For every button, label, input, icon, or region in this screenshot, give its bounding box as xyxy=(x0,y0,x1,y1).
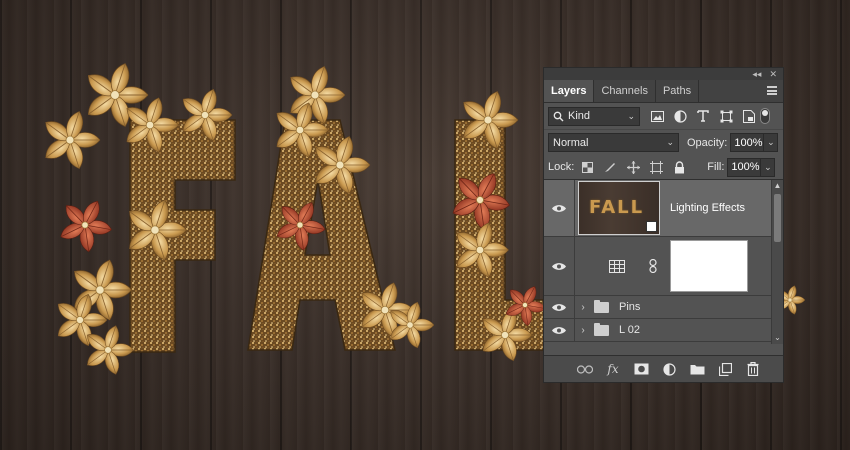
fill-dropdown-icon[interactable]: ⌄ xyxy=(761,157,776,177)
chevron-down-icon: ⌄ xyxy=(627,110,635,121)
layers-footer-toolbar: fx xyxy=(544,355,783,382)
lock-transparent-icon[interactable] xyxy=(580,160,594,174)
folder-icon xyxy=(594,322,609,336)
lock-label: Lock: xyxy=(548,161,575,173)
layer-mask-thumbnail[interactable] xyxy=(670,240,748,292)
new-layer-icon[interactable] xyxy=(717,361,733,377)
layers-panel: ◂◂ ✕ Layers Channels Paths Kind ⌄ Normal… xyxy=(543,67,784,383)
visibility-eye-icon[interactable] xyxy=(544,204,574,213)
levels-adjustment-icon xyxy=(594,259,640,273)
new-adjustment-icon[interactable] xyxy=(661,361,677,377)
layers-list: FALL Lighting Effects › Pins › L 02 ▲ ⌄ xyxy=(544,180,783,344)
layer-row-pins[interactable]: › Pins xyxy=(544,296,783,319)
fill-label: Fill: xyxy=(707,161,725,173)
blend-mode-select[interactable]: Normal ⌄ xyxy=(548,133,679,152)
layer-row-adjustment[interactable] xyxy=(544,237,783,296)
filter-kind-select[interactable]: Kind ⌄ xyxy=(548,106,640,126)
visibility-eye-icon[interactable] xyxy=(544,326,574,335)
tab-channels[interactable]: Channels xyxy=(594,80,656,102)
fx-label: fx xyxy=(607,362,619,376)
panel-menu-icon[interactable] xyxy=(767,86,777,95)
layer-filter-row: Kind ⌄ xyxy=(544,103,783,130)
delete-layer-icon[interactable] xyxy=(745,361,761,377)
fill-input[interactable]: 100% xyxy=(727,157,762,177)
opacity-label: Opacity: xyxy=(687,136,728,149)
type-filter-icon[interactable] xyxy=(696,109,710,123)
close-panel-icon[interactable]: ✕ xyxy=(769,68,777,80)
layers-scrollbar[interactable]: ▲ ⌄ xyxy=(771,180,783,344)
lock-image-icon[interactable] xyxy=(603,160,617,174)
tab-layers[interactable]: Layers xyxy=(544,80,595,102)
chain-link-icon[interactable] xyxy=(640,259,666,273)
blend-row: Normal ⌄ Opacity: 100% ⌄ xyxy=(544,130,783,155)
opacity-input[interactable]: 100% xyxy=(730,133,765,152)
folder-icon xyxy=(594,299,609,313)
shape-filter-icon[interactable] xyxy=(719,109,733,123)
panel-title-bar[interactable]: ◂◂ ✕ xyxy=(544,68,783,80)
scroll-up-icon[interactable]: ▲ xyxy=(772,180,783,192)
layer-name[interactable]: Lighting Effects xyxy=(670,202,745,214)
group-name[interactable]: L 02 xyxy=(619,324,640,336)
filter-toggle[interactable] xyxy=(760,108,770,124)
panel-tabs: Layers Channels Paths xyxy=(544,80,783,103)
lock-row: Lock: Fill: 100% ⌄ xyxy=(544,155,783,180)
layer-thumbnail[interactable]: FALL xyxy=(578,181,660,235)
lock-artboard-icon[interactable] xyxy=(649,160,663,174)
expand-chevron-icon[interactable]: › xyxy=(576,302,590,313)
visibility-eye-icon[interactable] xyxy=(544,262,574,271)
collapse-panel-icon[interactable]: ◂◂ xyxy=(752,68,761,80)
new-group-icon[interactable] xyxy=(689,361,705,377)
tab-paths[interactable]: Paths xyxy=(656,80,700,102)
image-filter-icon[interactable] xyxy=(650,109,664,123)
layer-row-l02[interactable]: › L 02 xyxy=(544,319,783,342)
adjustment-filter-icon[interactable] xyxy=(673,109,687,123)
visibility-eye-icon[interactable] xyxy=(544,303,574,312)
filter-kind-label: Kind xyxy=(568,110,591,122)
smart-object-badge-icon xyxy=(646,221,657,232)
blend-mode-value: Normal xyxy=(553,136,589,149)
scroll-down-icon[interactable]: ⌄ xyxy=(772,332,783,344)
smart-object-filter-icon[interactable] xyxy=(742,109,756,123)
scroll-thumb[interactable] xyxy=(774,194,781,242)
expand-chevron-icon[interactable]: › xyxy=(576,325,590,336)
add-mask-icon[interactable] xyxy=(633,361,649,377)
fx-icon[interactable]: fx xyxy=(605,361,621,377)
lock-all-icon[interactable] xyxy=(672,160,686,174)
link-layers-icon[interactable] xyxy=(577,361,593,377)
search-icon xyxy=(553,111,564,121)
group-name[interactable]: Pins xyxy=(619,301,640,313)
layer-row-lighting-effects[interactable]: FALL Lighting Effects xyxy=(544,180,783,237)
thumbnail-word: FALL xyxy=(589,197,645,218)
opacity-dropdown-icon[interactable]: ⌄ xyxy=(764,133,779,152)
lock-position-icon[interactable] xyxy=(626,160,640,174)
chevron-down-icon: ⌄ xyxy=(666,137,674,147)
